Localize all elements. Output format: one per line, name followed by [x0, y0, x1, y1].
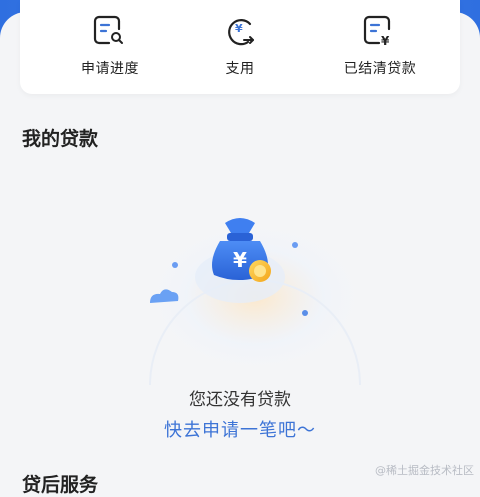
empty-loans-illustration: ¥ — [140, 218, 370, 385]
quick-action-label: 已结清贷款 — [343, 61, 417, 77]
svg-text:¥: ¥ — [233, 248, 247, 272]
watermark: @稀土掘金技术社区 — [375, 464, 474, 477]
my-loans-title: 我的贷款 — [22, 128, 99, 150]
svg-text:¥: ¥ — [235, 22, 243, 35]
svg-text:¥: ¥ — [381, 34, 390, 48]
document-search-icon — [93, 15, 123, 45]
settled-loans-button[interactable]: ¥ 已结清贷款 — [320, 0, 440, 94]
quick-action-label: 支用 — [225, 61, 255, 77]
quick-actions-card: 申请进度 ¥ 支用 ¥ 已结清贷款 — [20, 0, 460, 94]
application-progress-button[interactable]: 申请进度 — [50, 0, 170, 94]
document-yuan-icon: ¥ — [363, 15, 391, 48]
quick-action-label: 申请进度 — [81, 61, 139, 77]
apply-loan-link[interactable]: 快去申请一笔吧～ — [0, 416, 480, 442]
yuan-transfer-icon: ¥ — [228, 19, 254, 46]
drawdown-button[interactable]: ¥ 支用 — [180, 0, 300, 94]
post-loan-service-title: 贷后服务 — [22, 474, 99, 496]
empty-loans-text: 您还没有贷款 — [189, 390, 291, 410]
